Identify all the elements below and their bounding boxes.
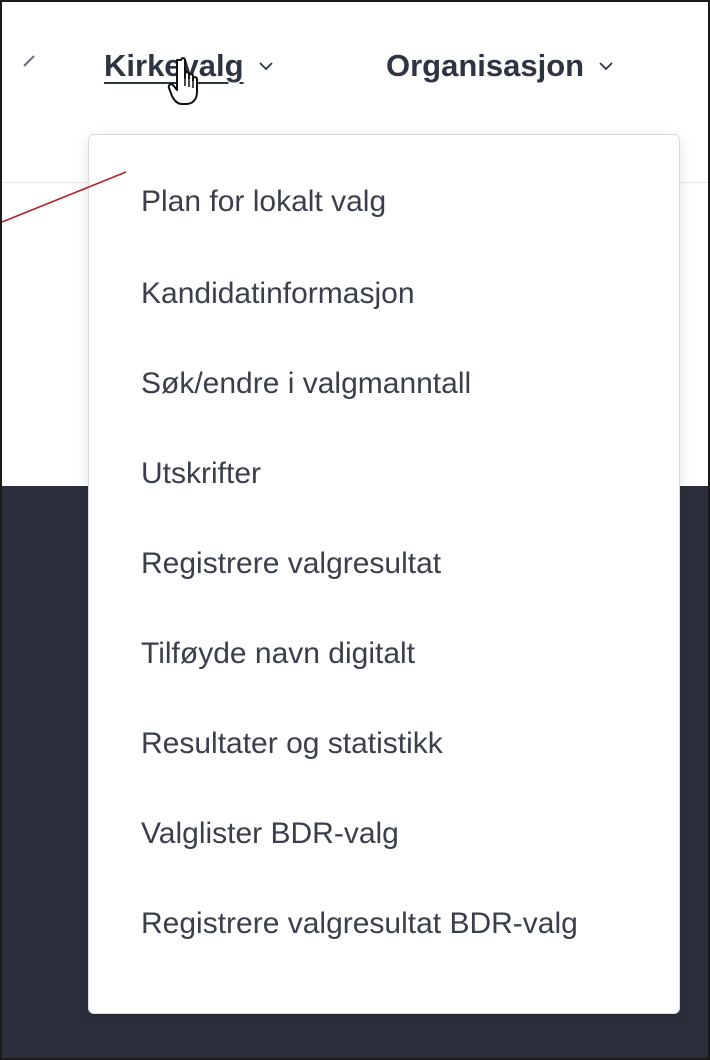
menu-item-sok-endre-valgmanntall[interactable]: Søk/endre i valgmanntall (141, 359, 641, 409)
menu-item-plan-for-lokalt-valg[interactable]: Plan for lokalt valg (141, 177, 641, 227)
nav-menu-organisasjon-label: Organisasjon (386, 48, 585, 83)
menu-item-registrere-valgresultat-bdr-valg[interactable]: Registrere valgresultat BDR-valg (141, 899, 591, 949)
nav-menu-organisasjon[interactable]: Organisasjon (386, 48, 614, 84)
screenshot-frame: Kirkevalg Organisasjon Plan for lokalt v… (0, 0, 710, 1060)
menu-item-tilfoyde-navn-digitalt[interactable]: Tilføyde navn digitalt (141, 629, 641, 679)
menu-item-kandidatinformasjon[interactable]: Kandidatinformasjon (141, 269, 641, 319)
chevron-partial-icon (23, 55, 35, 67)
hand-pointer-cursor-icon (167, 57, 198, 105)
menu-item-utskrifter[interactable]: Utskrifter (141, 449, 641, 499)
chevron-down-icon (258, 62, 273, 71)
menu-item-resultater-og-statistikk[interactable]: Resultater og statistikk (141, 719, 641, 769)
chevron-down-icon (599, 62, 613, 71)
menu-item-vallister-bdr-valg[interactable]: Valglister BDR-valg (141, 809, 641, 859)
menu-item-registrere-valgresultat[interactable]: Registrere valgresultat (141, 539, 641, 589)
kirkevalg-dropdown-menu: Plan for lokalt valg Kandidatinformasjon… (88, 134, 680, 1014)
